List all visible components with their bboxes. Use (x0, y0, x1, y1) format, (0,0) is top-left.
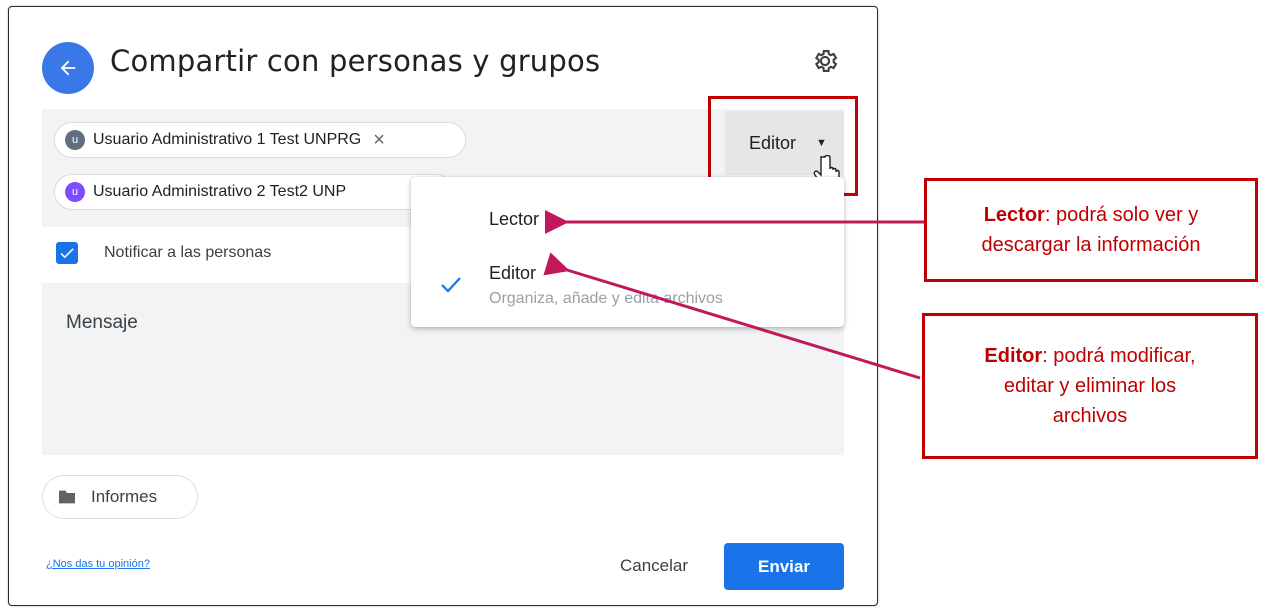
annotation-arrows (543, 210, 924, 380)
arrow-to-editor (543, 252, 921, 380)
